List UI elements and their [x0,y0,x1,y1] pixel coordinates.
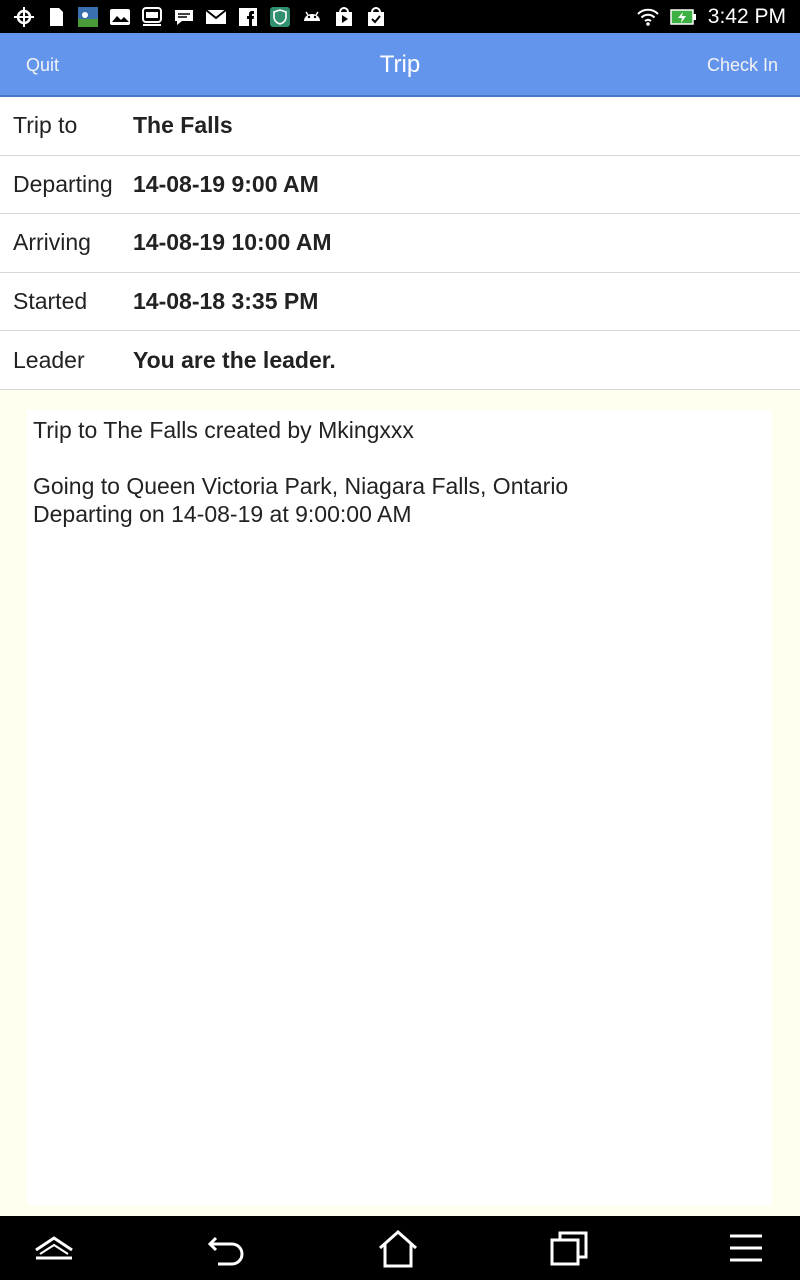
shield-app-icon [268,5,292,29]
facebook-icon [236,5,260,29]
crosshair-icon [12,5,36,29]
quit-button[interactable]: Quit [26,33,59,97]
status-right: 3:42 PM [636,5,800,29]
task-check-icon [364,5,388,29]
detail-label: Leader [13,346,85,373]
detail-row-started: Started 14-08-18 3:35 PM [0,273,800,332]
status-clock: 3:42 PM [707,4,786,28]
detail-row-leader: Leader You are the leader. [0,331,800,390]
status-bar: 3:42 PM [0,0,800,33]
back-icon[interactable] [206,1228,250,1268]
trip-notes[interactable]: Trip to The Falls created by Mkingxxx Go… [27,410,772,1205]
detail-row-trip-to: Trip to The Falls [0,97,800,156]
home-icon[interactable] [376,1228,420,1268]
detail-label: Departing [13,170,113,197]
menu-icon[interactable] [724,1228,768,1268]
mail-icon [204,5,228,29]
trip-details-list: Trip to The Falls Departing 14-08-19 9:0… [0,97,800,390]
sd-card-icon [44,5,68,29]
notes-created-line: Trip to The Falls created by Mkingxxx [33,417,414,443]
detail-row-arriving: Arriving 14-08-19 10:00 AM [0,214,800,273]
wifi-icon [636,5,660,29]
detail-label: Trip to [13,112,78,139]
detail-label: Arriving [13,229,91,256]
play-store-icon [332,5,356,29]
gameloft-icon [140,5,164,29]
notes-departing-line: Departing on 14-08-19 at 9:00:00 AM [33,501,412,527]
recent-apps-icon[interactable] [548,1228,592,1268]
notification-icons [0,5,388,29]
notes-destination-line: Going to Queen Victoria Park, Niagara Fa… [33,473,569,499]
detail-row-departing: Departing 14-08-19 9:00 AM [0,156,800,215]
android-icon [300,5,324,29]
chat-icon [172,5,196,29]
page-title: Trip [379,51,421,78]
battery-charging-icon [670,5,698,29]
photo-app-icon [76,5,100,29]
detail-value: You are the leader. [133,346,336,373]
collapse-icon[interactable] [32,1228,76,1268]
system-nav-bar [0,1216,800,1280]
detail-label: Started [13,288,88,315]
detail-value: 14-08-19 9:00 AM [133,170,319,197]
check-in-button[interactable]: Check In [707,33,778,97]
detail-value: The Falls [133,112,233,139]
detail-value: 14-08-19 10:00 AM [133,229,332,256]
app-header: Trip Quit Check In [0,33,800,97]
detail-value: 14-08-18 3:35 PM [133,288,319,315]
gallery-icon [108,5,132,29]
